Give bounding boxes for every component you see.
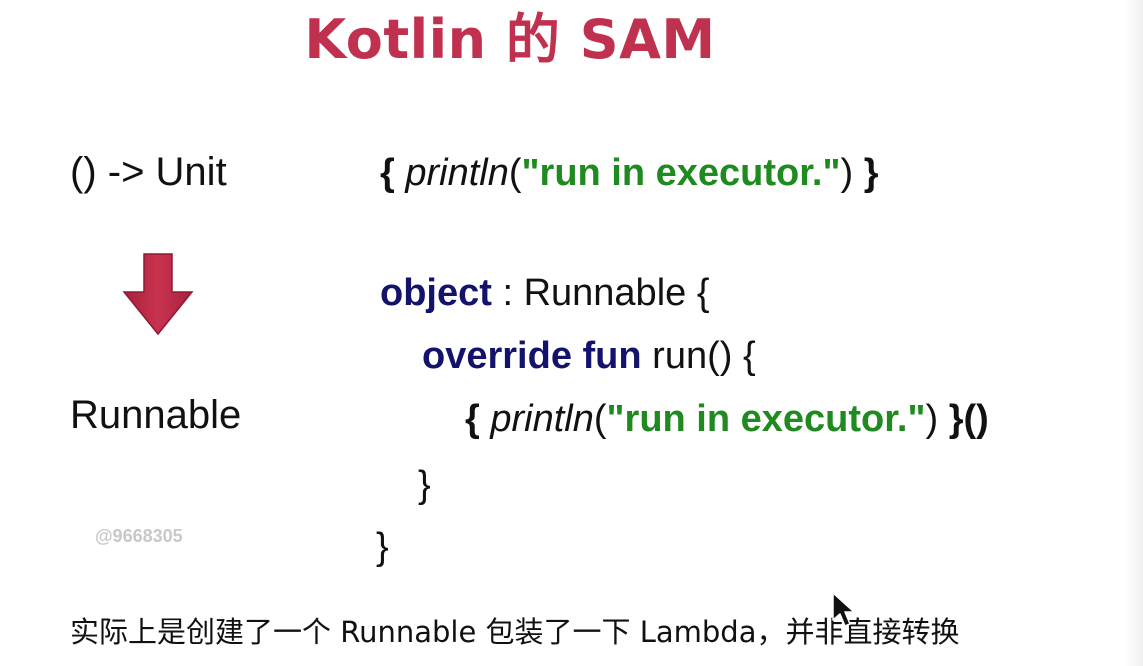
- slide-caption: 实际上是创建了一个 Runnable 包装了一下 Lambda，并非直接转换: [70, 615, 960, 649]
- paren-close: ): [840, 152, 854, 194]
- override-run-line: override fun run() {: [422, 333, 756, 379]
- inner-lambda-open-brace: {: [465, 398, 491, 440]
- mouse-pointer-icon: [832, 592, 855, 627]
- paren-open: (: [508, 152, 522, 194]
- object-declaration-rest: : Runnable {: [491, 272, 710, 314]
- string-literal: "run in executor.": [521, 152, 841, 194]
- interface-label: Runnable: [70, 393, 242, 437]
- watermark: @9668305: [95, 526, 183, 546]
- inner-string-literal: "run in executor.": [606, 398, 926, 440]
- run-signature: run() {: [641, 335, 756, 377]
- slide-edge-shade: [1125, 0, 1143, 666]
- println-call: println: [405, 152, 509, 194]
- inner-lambda-line: { println("run in executor.") }(): [465, 396, 989, 442]
- object-keyword: object: [380, 272, 492, 314]
- close-object-brace: }: [376, 526, 389, 568]
- inner-println-call: println: [490, 398, 594, 440]
- lambda-close-brace: }: [853, 152, 879, 194]
- arrow-down-icon: [122, 253, 194, 336]
- inner-paren-open: (: [593, 398, 607, 440]
- function-type-label: () -> Unit: [70, 150, 227, 194]
- lambda-open-brace: {: [380, 152, 406, 194]
- override-fun-keyword: override fun: [422, 335, 642, 377]
- inner-lambda-invoke: }(): [938, 398, 989, 440]
- object-declaration-line: object : Runnable {: [380, 270, 710, 316]
- inner-paren-close: ): [925, 398, 939, 440]
- slide-title: Kotlin 的 SAM: [304, 8, 716, 71]
- lambda-code-line: { println("run in executor.") }: [380, 150, 879, 196]
- close-run-brace: }: [418, 464, 431, 506]
